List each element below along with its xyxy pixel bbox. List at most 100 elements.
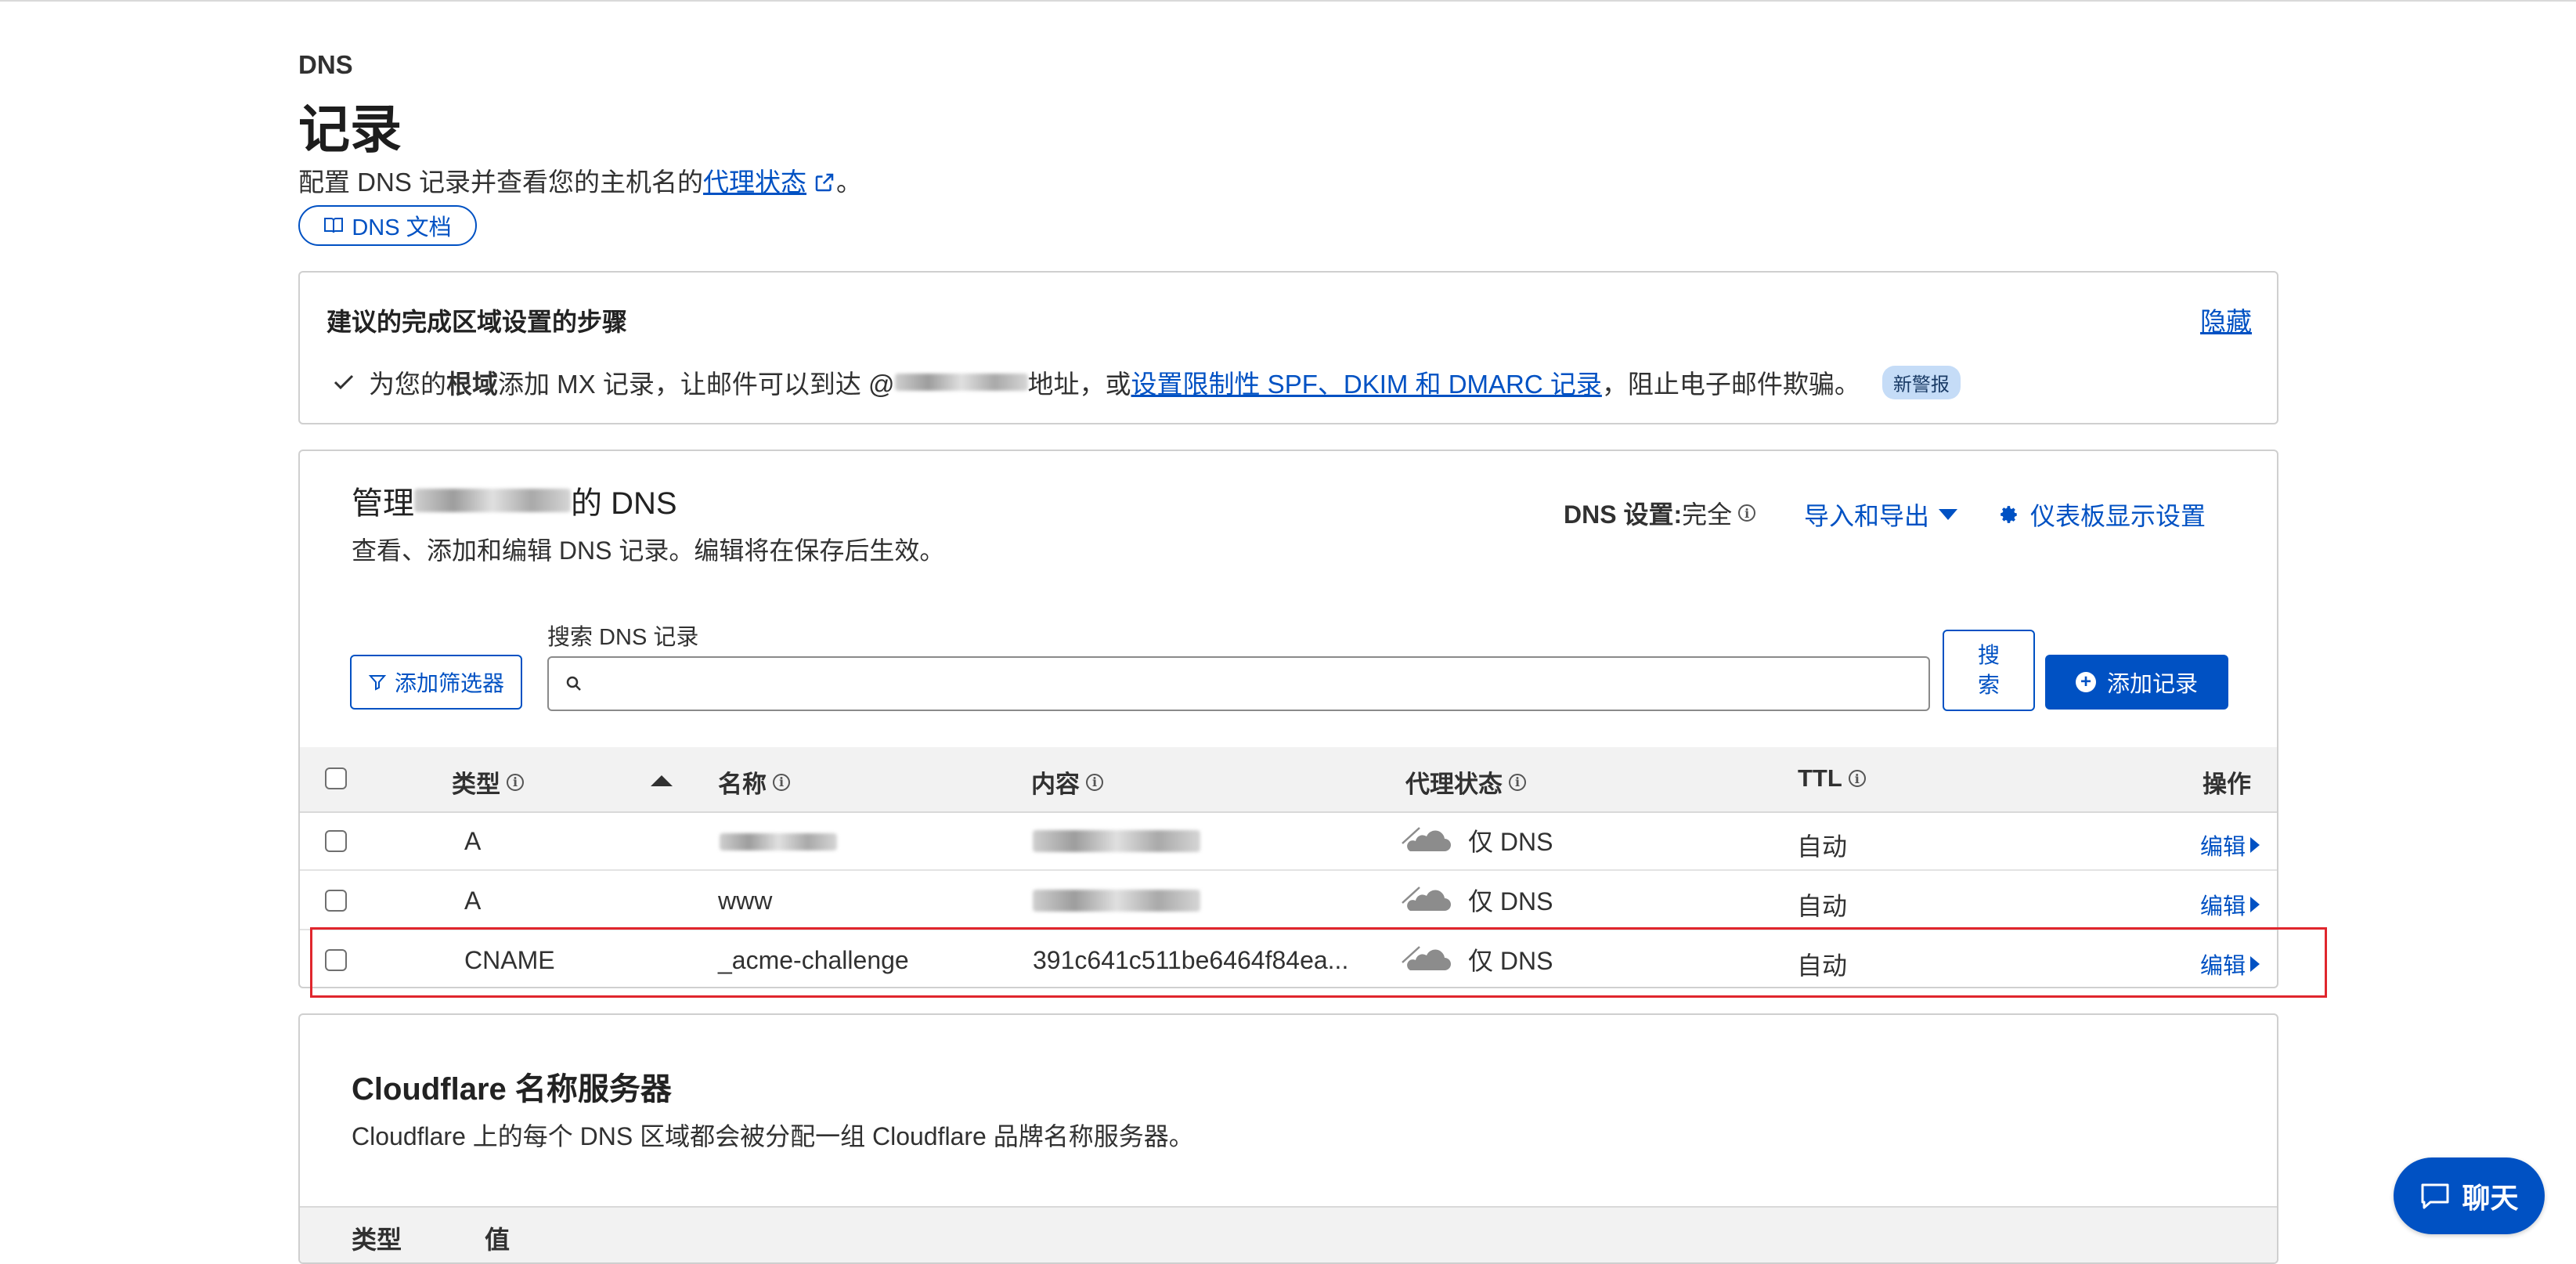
column-proxy-status[interactable]: 代理状态 i (1405, 764, 1526, 800)
cloud-dns-only-icon (1400, 885, 1451, 911)
dns-docs-button[interactable]: DNS 文档 (298, 205, 477, 246)
import-export-dropdown[interactable]: 导入和导出 (1804, 497, 1958, 533)
add-record-label: 添加记录 (2106, 672, 2198, 697)
edit-record-button[interactable]: 编辑 (2200, 829, 2260, 861)
page-title: 记录 (298, 100, 402, 158)
highlight-annotation (310, 927, 2327, 998)
records-table-header: 类型 i 名称 i 内容 i 代理状态 i TTL i 操作 (300, 747, 2277, 813)
select-all-checkbox[interactable] (325, 767, 347, 789)
column-actions-label: 操作 (2203, 771, 2251, 798)
book-icon (324, 218, 344, 233)
recommendation-item: 为您的 根域 添加 MX 记录，让邮件可以到达 @ 地址，或 设置限制性 SPF… (333, 363, 1961, 401)
rec-text-2: 添加 MX 记录，让邮件可以到达 @ (498, 370, 895, 399)
plus-circle-icon: + (2075, 672, 2096, 692)
proxy-status: 仅 DNS (1399, 822, 1553, 858)
chat-icon (2421, 1183, 2449, 1209)
nameservers-table-header: 类型 值 (300, 1206, 2277, 1262)
rec-text-1: 为您的 (369, 370, 446, 399)
spf-dkim-dmarc-link[interactable]: 设置限制性 SPF、DKIM 和 DMARC 记录 (1131, 363, 1602, 401)
sort-asc-icon[interactable] (651, 775, 673, 786)
dns-management-card: 管理 的 DNS 查看、添加和编辑 DNS 记录。编辑将在保存后生效。 DNS … (298, 450, 2278, 988)
search-label: 搜索 DNS 记录 (547, 625, 699, 650)
rec-text-4: ，阻止电子邮件欺骗。 (1601, 370, 1860, 399)
redacted-zone-name (414, 489, 571, 512)
check-icon (334, 374, 354, 390)
table-row: A 仅 DNS 自动 编辑 (300, 811, 2277, 871)
search-icon (566, 676, 581, 691)
external-link-icon[interactable] (813, 171, 836, 194)
ns-column-type: 类型 (352, 1226, 402, 1254)
chat-label: 聊天 (2462, 1182, 2519, 1214)
row-checkbox[interactable] (325, 890, 347, 912)
search-input[interactable] (593, 670, 1928, 698)
edit-label: 编辑 (2199, 894, 2246, 919)
caret-right-icon (2250, 897, 2260, 912)
record-ttl: 自动 (1797, 832, 1848, 861)
column-content-label: 内容 (1031, 771, 1080, 798)
subtitle-suffix: 。 (836, 168, 863, 197)
search-field[interactable] (547, 656, 1930, 711)
column-type-label: 类型 (452, 771, 500, 798)
nameservers-description: Cloudflare 上的每个 DNS 区域都会被分配一组 Cloudflare… (352, 1122, 1194, 1150)
manage-description: 查看、添加和编辑 DNS 记录。编辑将在保存后生效。 (352, 536, 945, 565)
hide-recommendations-link[interactable]: 隐藏 (2200, 301, 2252, 338)
import-export-label: 导入和导出 (1804, 502, 1930, 530)
row-checkbox[interactable] (325, 830, 347, 852)
add-filter-label: 添加筛选器 (394, 671, 504, 695)
proxy-status-label: 仅 DNS (1468, 887, 1553, 915)
info-icon[interactable]: i (1848, 770, 1866, 787)
chat-button[interactable]: 聊天 (2394, 1157, 2545, 1234)
redacted-domain (894, 374, 1028, 391)
dns-settings-value: 完全 (1682, 500, 1733, 529)
info-icon[interactable]: i (507, 773, 524, 791)
manage-title-suffix: 的 DNS (571, 486, 677, 521)
subtitle-text: 配置 DNS 记录并查看您的主机名的 (298, 168, 704, 197)
column-actions: 操作 (2203, 764, 2251, 800)
add-filter-button[interactable]: 添加筛选器 (350, 655, 522, 710)
top-divider (0, 0, 2576, 2)
info-icon[interactable]: i (1086, 773, 1103, 791)
record-type: A (464, 827, 482, 855)
dashboard-display-settings[interactable]: 仪表板显示设置 (1999, 497, 2206, 533)
cloud-dns-only-icon (1400, 825, 1451, 851)
column-name[interactable]: 名称 i (718, 764, 790, 800)
column-content[interactable]: 内容 i (1031, 764, 1103, 800)
proxy-status: 仅 DNS (1399, 882, 1553, 918)
nameservers-card: Cloudflare 名称服务器 Cloudflare 上的每个 DNS 区域都… (298, 1013, 2278, 1264)
edit-label: 编辑 (2199, 835, 2246, 860)
dns-docs-label: DNS 文档 (352, 215, 452, 240)
info-icon[interactable]: i (1738, 504, 1756, 522)
column-proxy-label: 代理状态 (1405, 771, 1503, 798)
proxy-status-link[interactable]: 代理状态 (703, 168, 806, 197)
search-button-label: 搜 索 (1977, 643, 2000, 697)
info-icon[interactable]: i (773, 773, 790, 791)
record-type: A (464, 887, 482, 915)
ns-column-value: 值 (485, 1226, 511, 1254)
proxy-status-label: 仅 DNS (1468, 828, 1553, 856)
manage-title: 管理 的 DNS (352, 478, 677, 523)
page-subtitle: 配置 DNS 记录并查看您的主机名的代理状态 。 (298, 161, 862, 199)
column-name-label: 名称 (718, 771, 767, 798)
recommendations-card: 建议的完成区域设置的步骤 隐藏 为您的 根域 添加 MX 记录，让邮件可以到达 … (298, 271, 2278, 424)
dns-settings-label: DNS 设置: (1564, 500, 1683, 529)
search-button[interactable]: 搜 索 (1943, 630, 2035, 711)
info-icon[interactable]: i (1509, 773, 1526, 791)
caret-down-icon (1939, 509, 1958, 520)
column-ttl[interactable]: TTL i (1798, 764, 1866, 793)
record-ttl: 自动 (1797, 892, 1848, 920)
add-record-button[interactable]: + 添加记录 (2045, 655, 2228, 710)
caret-right-icon (2250, 837, 2260, 853)
column-type[interactable]: 类型 i (452, 764, 524, 800)
column-ttl-label: TTL (1798, 764, 1842, 792)
redacted-content (1033, 830, 1200, 852)
recommendations-title: 建议的完成区域设置的步骤 (327, 308, 628, 336)
redacted-content (1033, 890, 1200, 912)
rec-text-3: 地址，或 (1027, 370, 1131, 399)
new-alert-badge: 新警报 (1881, 365, 1961, 399)
record-name: www (718, 887, 773, 915)
nameservers-title: Cloudflare 名称服务器 (352, 1072, 672, 1107)
manage-title-prefix: 管理 (352, 486, 414, 521)
edit-record-button[interactable]: 编辑 (2200, 888, 2260, 921)
gear-icon (2001, 506, 2017, 523)
section-eyebrow: DNS (298, 50, 353, 79)
